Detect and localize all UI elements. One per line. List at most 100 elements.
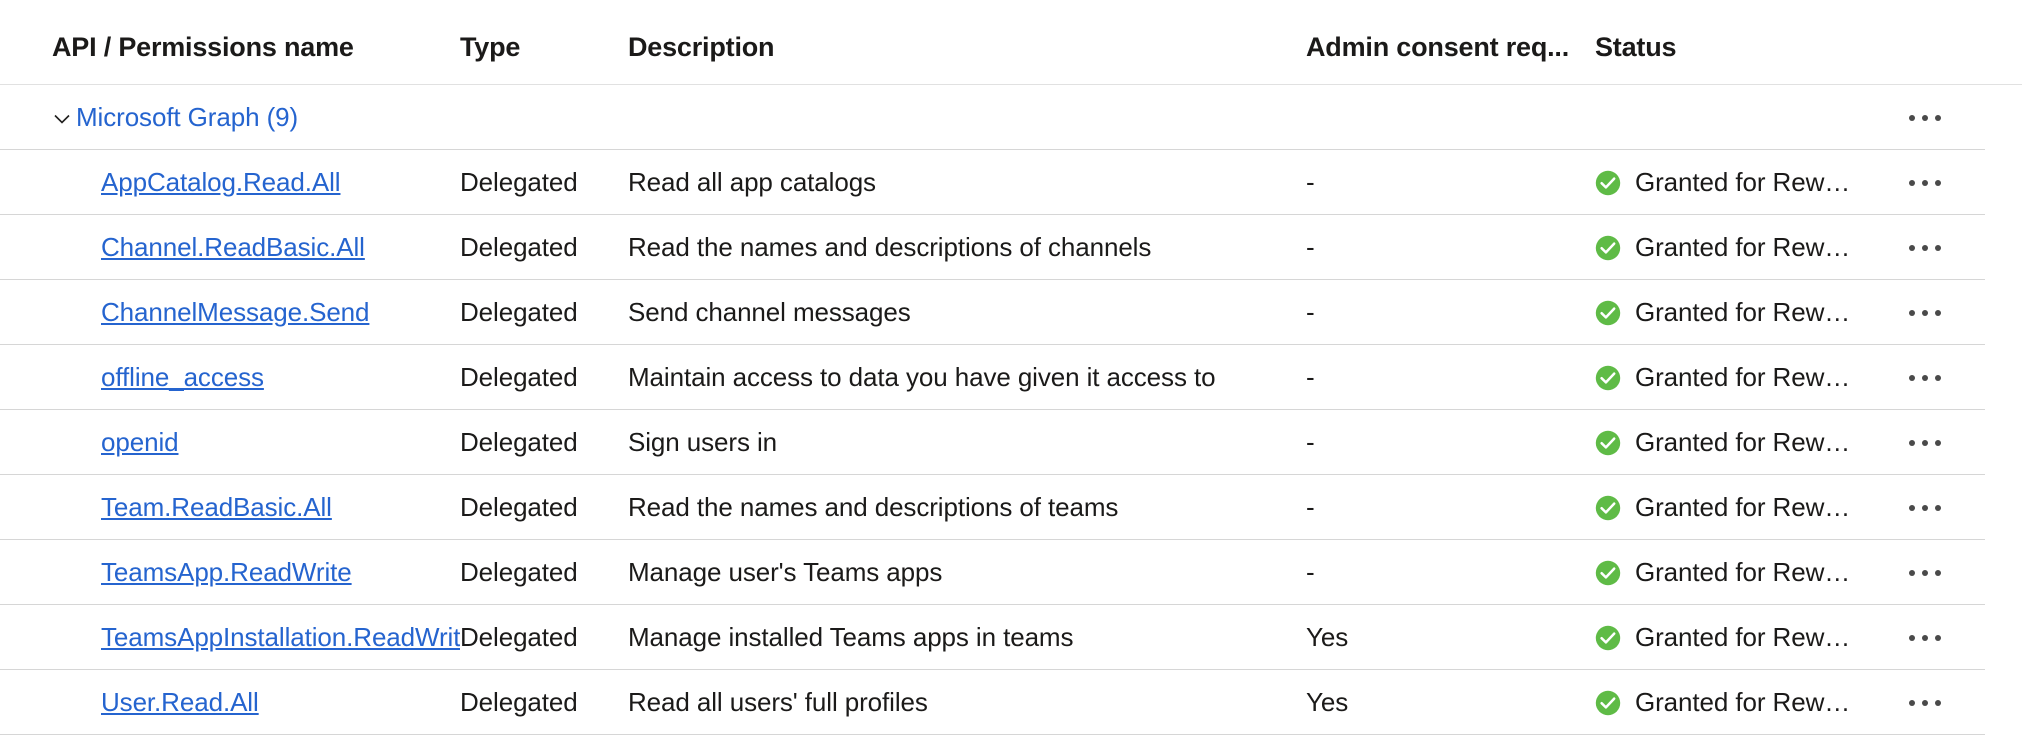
permission-admin-consent-cell: Yes	[1306, 687, 1595, 718]
permission-admin-consent-text: -	[1306, 232, 1315, 262]
granted-check-circle-icon	[1595, 235, 1621, 261]
permission-type-text: Delegated	[460, 622, 578, 652]
more-actions-ellipsis-icon[interactable]	[1905, 107, 1945, 129]
ellipsis-dot	[1935, 179, 1941, 186]
ellipsis-dot	[1935, 699, 1941, 706]
table-row[interactable]: User.Read.All Delegated Read all users' …	[0, 670, 2022, 735]
permission-actions-cell	[1905, 562, 2022, 584]
table-row[interactable]: openid Delegated Sign users in - Granted…	[0, 410, 2022, 475]
permission-admin-consent-cell: -	[1306, 492, 1595, 523]
column-header-status[interactable]: Status	[1595, 32, 1905, 85]
ellipsis-dot	[1922, 114, 1928, 121]
permission-description-text: Read all app catalogs	[628, 167, 876, 197]
ellipsis-dot	[1909, 699, 1915, 706]
ellipsis-dot	[1922, 179, 1928, 186]
ellipsis-dot	[1909, 309, 1915, 316]
permission-admin-consent-cell: -	[1306, 232, 1595, 263]
permission-type-cell: Delegated	[460, 492, 628, 523]
table-row[interactable]: TeamsAppInstallation.ReadWrite.ForTeam D…	[0, 605, 2022, 670]
permission-status-text: Granted for Reward Gat…	[1635, 492, 1860, 522]
more-actions-ellipsis-icon[interactable]	[1905, 172, 1945, 194]
permission-status-cell: Granted for Reward Gat…	[1595, 167, 1905, 198]
permission-description-cell: Maintain access to data you have given i…	[628, 362, 1306, 393]
permission-actions-cell	[1905, 237, 2022, 259]
permission-actions-cell	[1905, 367, 2022, 389]
permission-type-cell: Delegated	[460, 557, 628, 588]
permission-name-link[interactable]: offline_access	[101, 362, 264, 393]
granted-check-circle-icon	[1595, 430, 1621, 456]
permission-admin-consent-text: -	[1306, 297, 1315, 327]
permission-status-cell: Granted for Reward Gat…	[1595, 687, 1905, 718]
chevron-down-icon[interactable]	[52, 109, 72, 129]
more-actions-ellipsis-icon[interactable]	[1905, 627, 1945, 649]
column-header-admin-consent[interactable]: Admin consent req...	[1306, 32, 1595, 85]
ellipsis-dot	[1935, 374, 1941, 381]
permission-description-text: Manage user's Teams apps	[628, 557, 943, 587]
granted-check-circle-icon	[1595, 495, 1621, 521]
permission-name-link[interactable]: AppCatalog.Read.All	[101, 167, 341, 198]
more-actions-ellipsis-icon[interactable]	[1905, 237, 1945, 259]
permission-name-link[interactable]: User.Read.All	[101, 687, 259, 718]
permission-description-text: Read the names and descriptions of chann…	[628, 232, 1152, 262]
api-group-link[interactable]: Microsoft Graph (9)	[76, 102, 298, 133]
permission-name-link[interactable]: Channel.ReadBasic.All	[101, 232, 365, 263]
permission-status-cell: Granted for Reward Gat…	[1595, 622, 1905, 653]
more-actions-ellipsis-icon[interactable]	[1905, 497, 1945, 519]
table-row[interactable]: Team.ReadBasic.All Delegated Read the na…	[0, 475, 2022, 540]
table-row[interactable]: offline_access Delegated Maintain access…	[0, 345, 2022, 410]
column-header-api-permissions-name[interactable]: API / Permissions name	[0, 32, 460, 85]
permission-type-cell: Delegated	[460, 167, 628, 198]
permission-type-cell: Delegated	[460, 687, 628, 718]
more-actions-ellipsis-icon[interactable]	[1905, 367, 1945, 389]
table-row[interactable]: TeamsApp.ReadWrite Delegated Manage user…	[0, 540, 2022, 605]
permission-admin-consent-cell: -	[1306, 167, 1595, 198]
permission-admin-consent-text: -	[1306, 492, 1315, 522]
permission-name-link[interactable]: openid	[101, 427, 179, 458]
ellipsis-dot	[1935, 114, 1941, 121]
table-row[interactable]: Channel.ReadBasic.All Delegated Read the…	[0, 215, 2022, 280]
permission-description-cell: Read the names and descriptions of teams	[628, 492, 1306, 523]
more-actions-ellipsis-icon[interactable]	[1905, 562, 1945, 584]
permission-admin-consent-text: -	[1306, 362, 1315, 392]
granted-check-circle-icon	[1595, 625, 1621, 651]
permission-description-text: Manage installed Teams apps in teams	[628, 622, 1074, 652]
permission-description-text: Sign users in	[628, 427, 777, 457]
permission-name-link[interactable]: ChannelMessage.Send	[101, 297, 370, 328]
api-group-row-microsoft-graph[interactable]: Microsoft Graph (9)	[0, 85, 2022, 150]
ellipsis-dot	[1909, 179, 1915, 186]
permission-name-link[interactable]: TeamsApp.ReadWrite	[101, 557, 352, 588]
ellipsis-dot	[1922, 439, 1928, 446]
permission-description-cell: Read the names and descriptions of chann…	[628, 232, 1306, 263]
permission-name-cell: Channel.ReadBasic.All	[0, 232, 460, 263]
column-header-type[interactable]: Type	[460, 32, 628, 85]
more-actions-ellipsis-icon[interactable]	[1905, 302, 1945, 324]
permission-name-cell: TeamsAppInstallation.ReadWrite.ForTeam	[0, 622, 460, 653]
ellipsis-dot	[1935, 244, 1941, 251]
permission-type-text: Delegated	[460, 687, 578, 717]
ellipsis-dot	[1922, 309, 1928, 316]
more-actions-ellipsis-icon[interactable]	[1905, 432, 1945, 454]
permission-description-cell: Read all app catalogs	[628, 167, 1306, 198]
permission-type-text: Delegated	[460, 492, 578, 522]
permission-name-cell: ChannelMessage.Send	[0, 297, 460, 328]
permission-admin-consent-cell: -	[1306, 427, 1595, 458]
permission-admin-consent-text: Yes	[1306, 622, 1349, 652]
permission-name-link[interactable]: TeamsAppInstallation.ReadWrite.ForTeam	[101, 622, 460, 653]
ellipsis-dot	[1935, 309, 1941, 316]
permission-admin-consent-cell: -	[1306, 297, 1595, 328]
permission-type-text: Delegated	[460, 362, 578, 392]
table-row[interactable]: ChannelMessage.Send Delegated Send chann…	[0, 280, 2022, 345]
table-header-row: API / Permissions name Type Description …	[0, 0, 2022, 85]
ellipsis-dot	[1909, 439, 1915, 446]
permission-type-cell: Delegated	[460, 232, 628, 263]
table-row[interactable]: AppCatalog.Read.All Delegated Read all a…	[0, 150, 2022, 215]
granted-check-circle-icon	[1595, 300, 1621, 326]
column-header-description[interactable]: Description	[628, 32, 1306, 85]
permission-actions-cell	[1905, 432, 2022, 454]
permission-name-cell: offline_access	[0, 362, 460, 393]
more-actions-ellipsis-icon[interactable]	[1905, 692, 1945, 714]
permission-name-link[interactable]: Team.ReadBasic.All	[101, 492, 332, 523]
permission-status-text: Granted for Reward Gat…	[1635, 297, 1860, 327]
permission-description-text: Send channel messages	[628, 297, 911, 327]
permission-type-cell: Delegated	[460, 427, 628, 458]
